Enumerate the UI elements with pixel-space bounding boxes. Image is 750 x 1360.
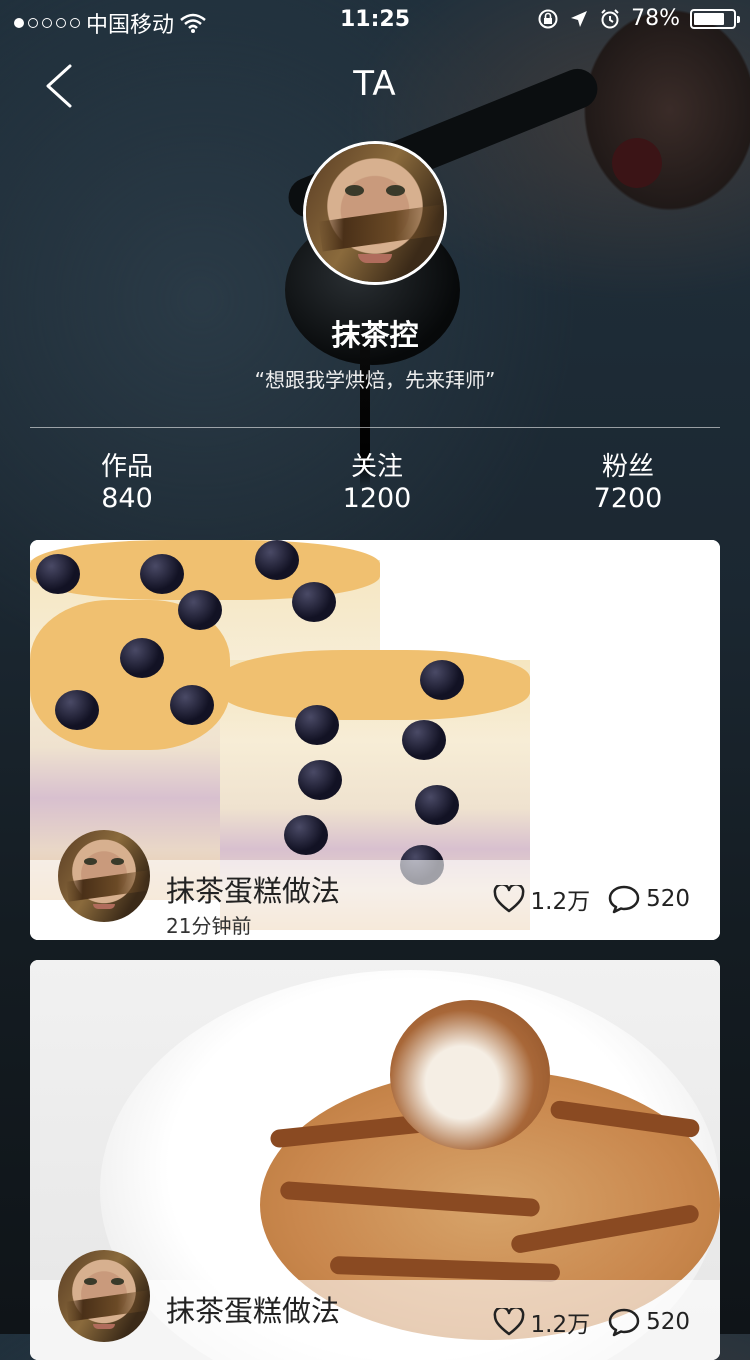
stat-value: 7200 — [593, 483, 663, 514]
post-card[interactable]: 抹茶蛋糕做法 21分钟前 1.2万 520 — [30, 540, 720, 940]
like-button[interactable]: 1.2万 — [493, 882, 591, 916]
stat-value: 840 — [101, 483, 153, 514]
author-avatar[interactable] — [58, 1250, 150, 1342]
post-title[interactable]: 抹茶蛋糕做法 — [166, 868, 340, 910]
status-bar: 中国移动 11:25 78% — [0, 0, 750, 40]
stat-label: 作品 — [100, 452, 153, 482]
location-icon — [571, 10, 588, 27]
profile-bio: “想跟我学烘焙，先来拜师” — [254, 368, 496, 392]
like-count: 1.2万 — [530, 889, 591, 915]
stat-value: 1200 — [342, 483, 412, 514]
comment-icon — [608, 885, 640, 914]
post-time: 21分钟前 — [166, 914, 252, 938]
comment-button[interactable]: 520 — [608, 884, 690, 914]
divider — [30, 427, 720, 428]
comment-icon — [608, 1308, 640, 1337]
heart-icon — [493, 885, 524, 913]
alarm-icon — [601, 8, 619, 28]
battery-percent: 78% — [631, 6, 680, 31]
post-meta: 1.2万 520 — [493, 882, 690, 916]
page-title: TA — [353, 64, 397, 104]
profile-avatar[interactable] — [303, 141, 447, 285]
heart-icon — [493, 1308, 524, 1336]
stat-followers[interactable]: 粉丝 7200 — [548, 452, 708, 516]
stat-label: 关注 — [350, 452, 403, 482]
comment-button[interactable]: 520 — [608, 1307, 690, 1337]
comment-count: 520 — [646, 886, 690, 912]
stat-works[interactable]: 作品 840 — [47, 452, 207, 516]
author-avatar[interactable] — [58, 830, 150, 922]
rotation-lock-icon — [538, 9, 558, 28]
battery-icon — [690, 8, 740, 29]
stat-label: 粉丝 — [601, 452, 654, 482]
post-title[interactable]: 抹茶蛋糕做法 — [166, 1288, 340, 1330]
stat-following[interactable]: 关注 1200 — [297, 452, 457, 516]
profile-name: 抹茶控 — [331, 318, 419, 352]
profile-stats: 作品 840 关注 1200 粉丝 7200 — [0, 452, 750, 522]
post-card[interactable]: 抹茶蛋糕做法 1.2万 520 — [30, 960, 720, 1360]
comment-count: 520 — [646, 1309, 690, 1335]
status-icons: 78% — [537, 6, 740, 31]
